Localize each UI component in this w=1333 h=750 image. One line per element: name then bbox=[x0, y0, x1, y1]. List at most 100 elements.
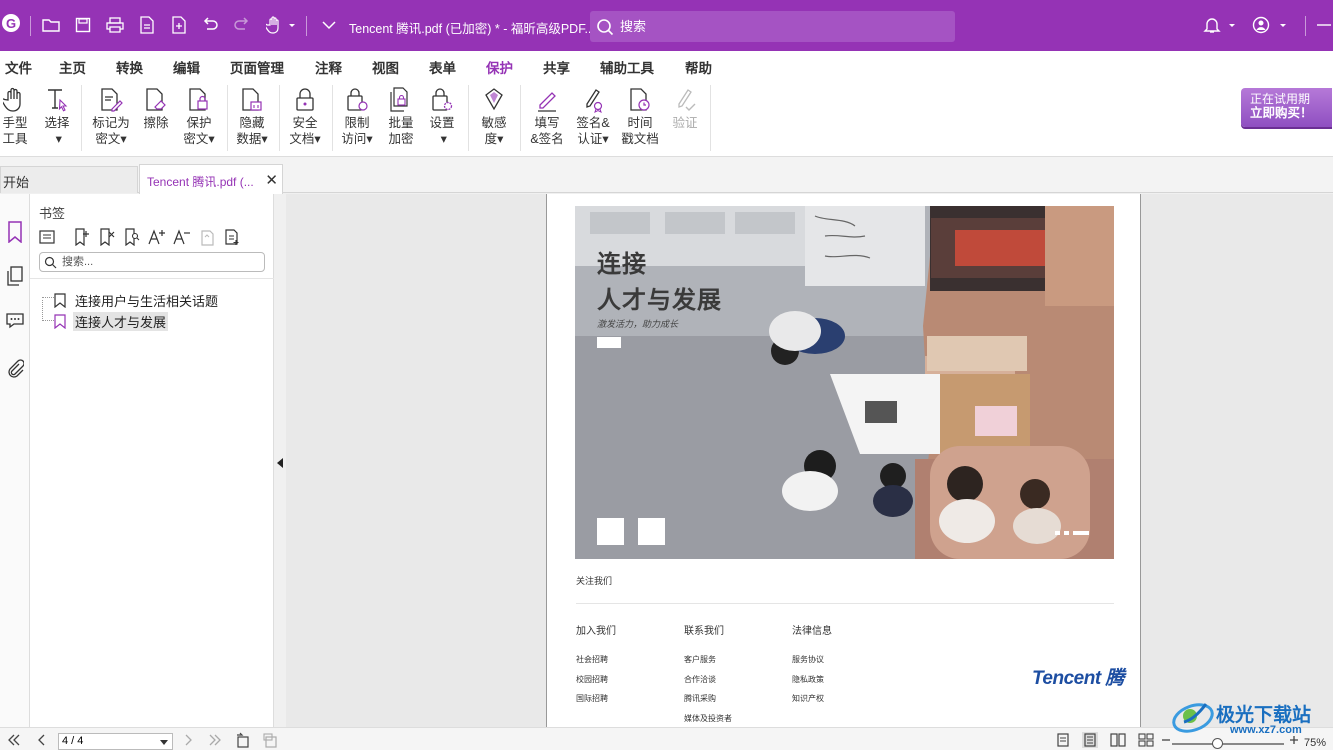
tree-connector bbox=[42, 297, 54, 298]
user-account-icon[interactable] bbox=[1252, 14, 1288, 36]
comments-panel-icon[interactable] bbox=[3, 308, 27, 332]
menu-page-management[interactable]: 页面管理 bbox=[230, 57, 284, 77]
app-logo[interactable]: G bbox=[2, 14, 20, 32]
follow-us-label: 关注我们 bbox=[576, 576, 613, 586]
page-number-field[interactable] bbox=[58, 733, 173, 750]
sensitivity-button[interactable]: 敏感 度▾ bbox=[475, 85, 513, 147]
menu-view[interactable]: 视图 bbox=[372, 57, 399, 77]
undo-icon[interactable] bbox=[199, 14, 221, 36]
bookmark-search-input[interactable] bbox=[62, 254, 258, 270]
increase-font-icon[interactable] bbox=[147, 227, 167, 247]
menu-help[interactable]: 帮助 bbox=[685, 57, 712, 77]
security-settings-button[interactable]: 设置 ▾ bbox=[425, 85, 459, 147]
minimize-icon[interactable] bbox=[1313, 14, 1333, 36]
menu-edit[interactable]: 编辑 bbox=[173, 57, 200, 77]
tab-tencent-pdf[interactable]: Tencent 腾讯.pdf (... ✕ bbox=[139, 164, 283, 194]
menu-form[interactable]: 表单 bbox=[429, 57, 456, 77]
ribbon-divider bbox=[227, 85, 228, 151]
menu-accessibility[interactable]: 辅助工具 bbox=[600, 57, 654, 77]
previous-page-icon[interactable] bbox=[34, 732, 50, 748]
cover-headline-1: 连接 bbox=[597, 251, 647, 278]
search-input[interactable] bbox=[620, 16, 940, 36]
panel-collapse-handle[interactable] bbox=[274, 194, 286, 727]
bookmark-item[interactable]: 连接用户与生活相关话题 bbox=[54, 290, 220, 310]
batch-encrypt-button[interactable]: 批量 加密 bbox=[383, 85, 419, 147]
add-bookmark-icon[interactable] bbox=[72, 227, 92, 247]
erase-button[interactable]: 擦除 bbox=[140, 85, 172, 131]
close-tab-icon[interactable]: ✕ bbox=[265, 171, 278, 189]
delete-bookmark-icon[interactable] bbox=[97, 227, 117, 247]
print-icon[interactable] bbox=[104, 14, 126, 36]
restrict-access-button[interactable]: 限制 访问▾ bbox=[337, 85, 377, 147]
timestamp-document-button[interactable]: 时间 戳文档 bbox=[618, 85, 662, 147]
document-view[interactable]: 连接 人才与发展 激发活力，助力成长 关注我们 加入我们 社会招聘 校园招聘 国… bbox=[286, 194, 1333, 727]
attachments-paperclip-icon[interactable] bbox=[3, 356, 27, 380]
single-page-view-icon[interactable] bbox=[1055, 732, 1071, 748]
menu-convert[interactable]: 转换 bbox=[116, 57, 143, 77]
bookmark-search[interactable] bbox=[39, 252, 265, 272]
divider bbox=[30, 278, 274, 279]
save-icon[interactable] bbox=[72, 14, 94, 36]
pen-icon bbox=[533, 85, 561, 115]
find-bookmark-icon[interactable] bbox=[122, 227, 142, 247]
secure-document-button[interactable]: 安全 文档▾ bbox=[284, 85, 326, 147]
bookmark-item-selected[interactable]: 连接人才与发展 bbox=[54, 311, 169, 331]
hand-tool-button[interactable]: 手型 工具 bbox=[0, 85, 30, 147]
select-tool-button[interactable]: 选择 ▾ bbox=[40, 85, 74, 147]
fill-and-sign-button[interactable]: 填写 &签名 bbox=[526, 85, 568, 147]
menu-comment[interactable]: 注释 bbox=[315, 57, 342, 77]
menu-share[interactable]: 共享 bbox=[543, 57, 570, 77]
white-block bbox=[597, 337, 621, 348]
hide-data-icon bbox=[238, 85, 266, 115]
bookmark-options-icon[interactable] bbox=[37, 227, 57, 247]
open-folder-icon[interactable] bbox=[40, 14, 62, 36]
lock-settings-icon bbox=[428, 85, 456, 115]
footer-column: 法律信息 服务协议 隐私政策 知识产权 bbox=[792, 626, 832, 703]
chevron-down-icon[interactable] bbox=[160, 740, 168, 745]
padlock-icon bbox=[291, 85, 319, 115]
continuous-view-icon[interactable] bbox=[1082, 732, 1098, 748]
divider bbox=[30, 16, 31, 36]
hand-tool-dropdown-icon[interactable] bbox=[265, 14, 297, 36]
hide-data-button[interactable]: 隐藏 数据▾ bbox=[232, 85, 272, 147]
sensitivity-label-icon bbox=[480, 85, 508, 115]
ribbon-divider bbox=[468, 85, 469, 151]
new-document-icon[interactable] bbox=[136, 14, 158, 36]
page-thumbnails-icon[interactable] bbox=[3, 264, 27, 288]
zoom-slider[interactable] bbox=[1172, 743, 1284, 745]
quick-access-chevron-icon[interactable] bbox=[318, 14, 340, 36]
global-search[interactable] bbox=[590, 11, 955, 42]
cover-photo: 连接 人才与发展 激发活力，助力成长 bbox=[575, 206, 1114, 559]
trial-buy-now-button[interactable]: 正在试用期 立即购买！ bbox=[1241, 88, 1332, 127]
sign-and-certify-button[interactable]: 签名& 认证▾ bbox=[573, 85, 613, 147]
collapse-arrow-icon bbox=[277, 458, 283, 468]
bookmark-icon bbox=[54, 292, 68, 308]
tab-start[interactable]: 开始 bbox=[0, 166, 138, 193]
create-file-icon[interactable] bbox=[168, 14, 190, 36]
hand-icon bbox=[1, 85, 29, 115]
menu-file[interactable]: 文件 bbox=[5, 57, 32, 77]
menu-protect[interactable]: 保护 bbox=[486, 57, 513, 83]
extract-page-icon bbox=[263, 732, 279, 748]
menu-home[interactable]: 主页 bbox=[59, 57, 86, 77]
verify-button: 验证 bbox=[668, 85, 702, 131]
two-page-view-icon[interactable] bbox=[1110, 732, 1126, 748]
page-number-input[interactable] bbox=[62, 735, 152, 747]
ribbon-divider bbox=[520, 85, 521, 151]
decrease-font-icon[interactable] bbox=[172, 227, 192, 247]
verify-signature-icon bbox=[671, 85, 699, 115]
next-page-icon[interactable] bbox=[180, 732, 196, 748]
notification-bell-icon[interactable] bbox=[1203, 14, 1237, 36]
bookmark-panel-icon[interactable] bbox=[3, 220, 27, 244]
rotate-page-icon[interactable] bbox=[235, 732, 251, 748]
two-page-continuous-icon[interactable] bbox=[1138, 732, 1154, 748]
navigation-panel-bar bbox=[0, 194, 30, 727]
tencent-logo: Tencent 腾 bbox=[1032, 668, 1124, 689]
first-page-icon[interactable] bbox=[6, 732, 22, 748]
eraser-icon bbox=[142, 85, 170, 115]
last-page-icon[interactable] bbox=[207, 732, 223, 748]
bookmark-from-structure-icon[interactable] bbox=[222, 227, 242, 247]
qr-placeholder bbox=[638, 518, 665, 545]
protect-redaction-button[interactable]: 保护 密文▾ bbox=[178, 85, 220, 147]
mark-for-redaction-button[interactable]: 标记为 密文▾ bbox=[88, 85, 134, 147]
